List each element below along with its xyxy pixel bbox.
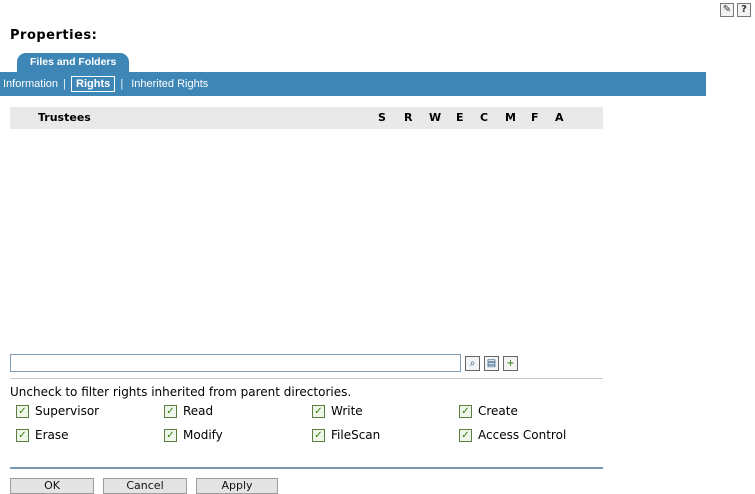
help-icon[interactable]: ? [737,3,751,17]
subnav-information[interactable]: Information [3,78,58,90]
checkbox-write[interactable]: ✓ [312,404,325,418]
label-filescan: FileScan [331,428,381,442]
label-read: Read [183,404,214,418]
checkbox-access-control[interactable]: ✓ [459,428,472,442]
settings-icon[interactable]: ✎ [720,3,734,17]
action-buttons: OK Cancel Apply [10,478,287,494]
check-read[interactable]: ✓ Read [164,404,213,418]
search-row: ⌕ ▤ + [10,354,518,372]
checkbox-modify[interactable]: ✓ [164,428,177,442]
rights-filter-grid: ✓ Supervisor ✓ Read ✓ Write ✓ Create ✓ E… [16,404,616,448]
column-c: C [480,111,489,124]
check-create[interactable]: ✓ Create [459,404,518,418]
table-header: Trustees S R W E C M F A [10,107,603,129]
checkbox-filescan[interactable]: ✓ [312,428,325,442]
trustees-list-area [10,130,603,348]
checkbox-read[interactable]: ✓ [164,404,177,418]
column-w: W [429,111,442,124]
check-write[interactable]: ✓ Write [312,404,363,418]
column-r: R [404,111,413,124]
check-erase[interactable]: ✓ Erase [16,428,69,442]
add-icon[interactable]: + [503,355,518,371]
top-toolbar: ✎ ? [720,3,751,17]
column-m: M [505,111,516,124]
apply-button[interactable]: Apply [196,478,278,494]
check-access-control[interactable]: ✓ Access Control [459,428,566,442]
filter-description: Uncheck to filter rights inherited from … [10,385,352,399]
label-supervisor: Supervisor [35,404,100,418]
column-e: E [456,111,464,124]
subnav-separator: | [120,78,124,90]
subnav-inherited-rights[interactable]: Inherited Rights [131,78,208,90]
checkbox-supervisor[interactable]: ✓ [16,404,29,418]
tab-files-and-folders[interactable]: Files and Folders [17,53,130,72]
search-input[interactable] [10,354,461,372]
subnav-rights[interactable]: Rights [71,76,116,92]
label-access-control: Access Control [478,428,567,442]
label-erase: Erase [35,428,69,442]
column-s: S [378,111,386,124]
label-modify: Modify [183,428,223,442]
search-icon[interactable]: ⌕ [465,355,480,371]
check-modify[interactable]: ✓ Modify [164,428,223,442]
check-supervisor[interactable]: ✓ Supervisor [16,404,99,418]
section-divider [10,378,603,379]
check-filescan[interactable]: ✓ FileScan [312,428,380,442]
cancel-button[interactable]: Cancel [103,478,187,494]
subnav-bar: Information | Rights | Inherited Rights [0,72,706,96]
column-trustees: Trustees [38,111,91,124]
subnav-separator: | [63,78,66,90]
page-title: Properties: [10,28,98,43]
browse-icon[interactable]: ▤ [484,355,499,371]
label-write: Write [331,404,363,418]
column-f: F [531,111,539,124]
footer-divider [10,467,603,469]
column-a: A [555,111,564,124]
checkbox-create[interactable]: ✓ [459,404,472,418]
ok-button[interactable]: OK [10,478,94,494]
checkbox-erase[interactable]: ✓ [16,428,29,442]
label-create: Create [478,404,518,418]
